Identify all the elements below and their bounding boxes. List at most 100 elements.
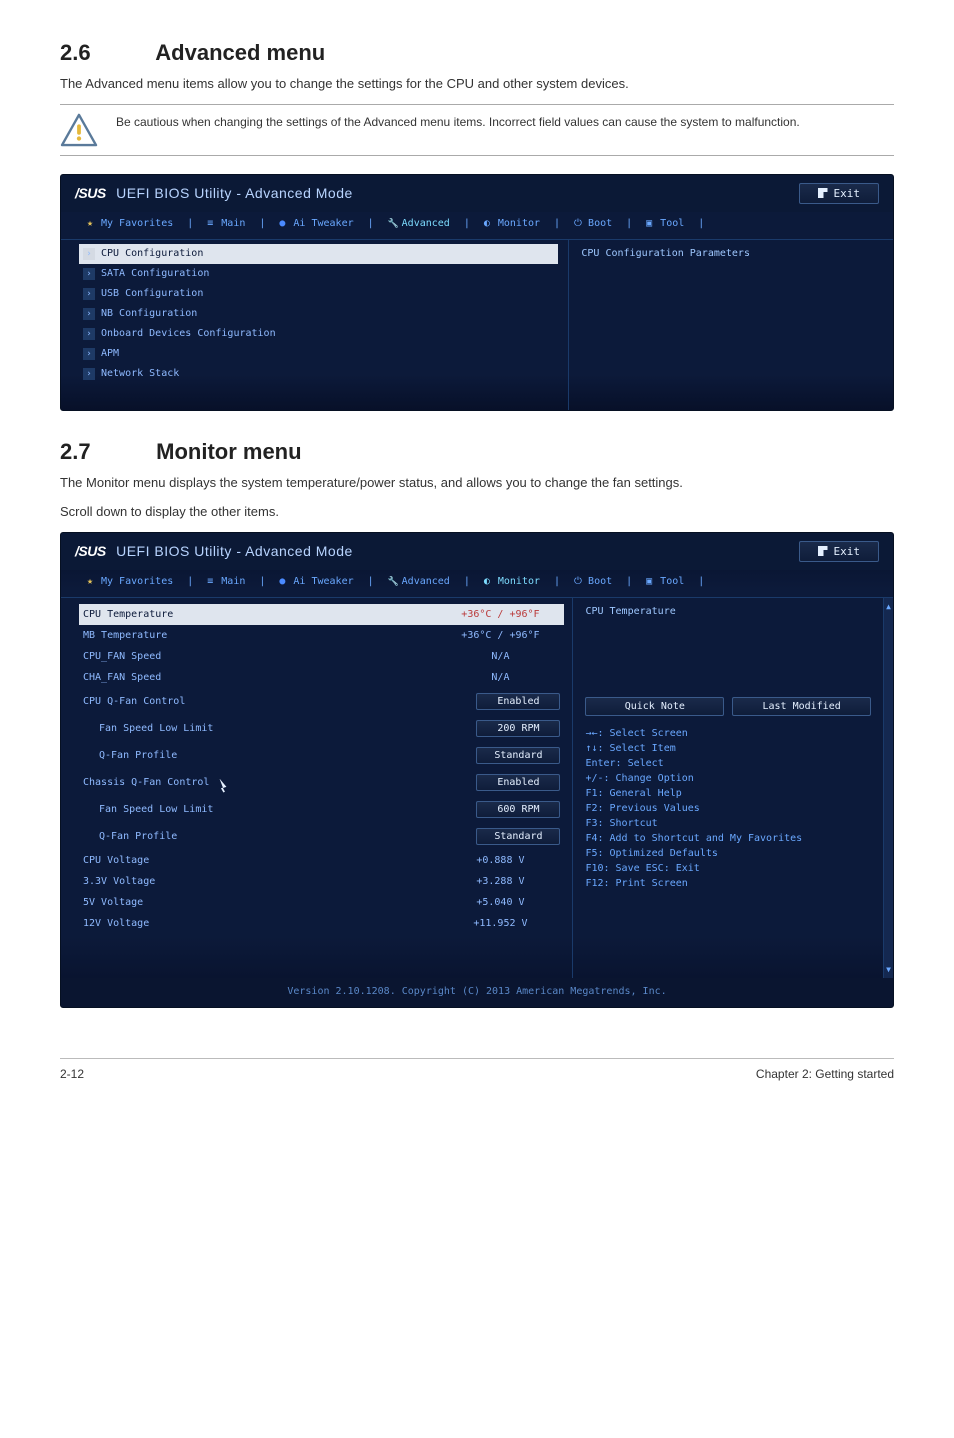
help-text: CPU Configuration Parameters [581, 248, 881, 259]
monitor-row[interactable]: 12V Voltage+11.952 V [79, 913, 564, 934]
help-line: F4: Add to Shortcut and My Favorites [585, 831, 871, 846]
monitor-value: +3.288 V [440, 876, 560, 887]
monitor-value-select[interactable]: Standard [476, 828, 560, 845]
scroll-down-icon[interactable]: ▼ [886, 965, 891, 974]
bios-window-monitor: /SUS UEFI BIOS Utility - Advanced Mode E… [60, 532, 894, 1008]
tab-my-favorites[interactable]: My Favorites [87, 576, 173, 587]
tab-my-favorites[interactable]: My Favorites [87, 218, 173, 229]
monitor-row[interactable]: 3.3V Voltage+3.288 V [79, 871, 564, 892]
right-help-heading: CPU Temperature [585, 606, 871, 617]
section-title: Monitor menu [156, 439, 301, 464]
tab-ai-tweaker[interactable]: Ai Tweaker [279, 218, 353, 229]
help-line: F5: Optimized Defaults [585, 846, 871, 861]
right-button-row: Quick Note Last Modified [585, 697, 871, 716]
bios-title-text: UEFI BIOS Utility - Advanced Mode [116, 543, 353, 559]
tool-icon [646, 218, 656, 228]
monitor-value: +11.952 V [440, 918, 560, 929]
exit-label: Exit [834, 545, 861, 558]
page-number: 2-12 [60, 1067, 84, 1081]
tab-boot[interactable]: Boot [574, 576, 612, 587]
tab-tool[interactable]: Tool [646, 576, 684, 587]
monitor-row[interactable]: CPU Voltage+0.888 V [79, 850, 564, 871]
tab-ai-tweaker[interactable]: Ai Tweaker [279, 576, 353, 587]
menu-item-cpu-config[interactable]: CPU Configuration [79, 244, 558, 264]
monitor-row-label: Chassis Q-Fan Control [83, 777, 209, 788]
submenu-arrow-icon [83, 308, 95, 320]
monitor-row[interactable]: CPU Temperature+36°C / +96°F [79, 604, 564, 625]
section-number: 2.7 [60, 439, 150, 465]
tab-tool[interactable]: Tool [646, 218, 684, 229]
tab-monitor[interactable]: Monitor [484, 576, 540, 587]
monitor-value-select[interactable]: Standard [476, 747, 560, 764]
monitor-row[interactable]: MB Temperature+36°C / +96°F [79, 625, 564, 646]
tab-monitor[interactable]: Monitor [484, 218, 540, 229]
scroll-hint: Scroll down to display the other items. [60, 502, 894, 522]
monitor-row[interactable]: Q-Fan Profile Standard [79, 823, 564, 850]
menu-item-nb-config[interactable]: NB Configuration [79, 304, 558, 324]
monitor-value-select[interactable]: 600 RPM [476, 801, 560, 818]
submenu-arrow-icon [83, 248, 95, 260]
section-heading-monitor: 2.7 Monitor menu [60, 439, 894, 465]
tool-icon [646, 576, 656, 586]
quick-note-button[interactable]: Quick Note [585, 697, 724, 716]
chip-icon [279, 576, 289, 586]
menu-item-sata-config[interactable]: SATA Configuration [79, 264, 558, 284]
tab-advanced[interactable]: Advanced [388, 576, 450, 587]
monitor-value-select[interactable]: 200 RPM [476, 720, 560, 737]
menu-item-apm[interactable]: APM [79, 344, 558, 364]
bios-title: /SUS UEFI BIOS Utility - Advanced Mode [75, 185, 353, 201]
bios-header: /SUS UEFI BIOS Utility - Advanced Mode E… [61, 533, 893, 570]
tab-main[interactable]: Main [207, 218, 245, 229]
asus-logo: /SUS [75, 543, 106, 559]
power-icon [574, 576, 584, 586]
tab-main[interactable]: Main [207, 576, 245, 587]
exit-button[interactable]: Exit [799, 541, 880, 562]
monitor-row[interactable]: Chassis Q-Fan Control Enabled [79, 769, 564, 796]
monitor-row[interactable]: Fan Speed Low Limit200 RPM [79, 715, 564, 742]
monitor-row[interactable]: Q-Fan Profile Standard [79, 742, 564, 769]
last-modified-button[interactable]: Last Modified [732, 697, 871, 716]
monitor-row-label: CPU Voltage [83, 855, 149, 866]
monitor-row-label: MB Temperature [83, 630, 167, 641]
monitor-value-select[interactable]: Enabled [476, 693, 560, 710]
bios-body-advanced: CPU Configuration SATA Configuration USB… [61, 240, 893, 410]
scroll-up-icon[interactable]: ▲ [886, 602, 891, 611]
monitor-row[interactable]: Fan Speed Low Limit600 RPM [79, 796, 564, 823]
help-line: F10: Save ESC: Exit [585, 861, 871, 876]
monitor-value-select[interactable]: Enabled [476, 774, 560, 791]
star-icon [87, 576, 97, 586]
chapter-label: Chapter 2: Getting started [756, 1067, 894, 1081]
power-icon [574, 218, 584, 228]
monitor-value: N/A [440, 651, 560, 662]
help-line: +/-: Change Option [585, 771, 871, 786]
bios-tabs: My Favorites | Main | Ai Tweaker | Advan… [61, 212, 893, 240]
bios-window-advanced: /SUS UEFI BIOS Utility - Advanced Mode E… [60, 174, 894, 411]
submenu-arrow-icon [83, 268, 95, 280]
help-line: →←: Select Screen [585, 726, 871, 741]
help-line: Enter: Select [585, 756, 871, 771]
monitor-icon [484, 218, 494, 228]
monitor-row[interactable]: CPU_FAN SpeedN/A [79, 646, 564, 667]
caution-text: Be cautious when changing the settings o… [116, 113, 800, 131]
menu-item-usb-config[interactable]: USB Configuration [79, 284, 558, 304]
monitor-row[interactable]: 5V Voltage+5.040 V [79, 892, 564, 913]
tab-advanced[interactable]: Advanced [388, 218, 450, 229]
help-line: F1: General Help [585, 786, 871, 801]
monitor-row-label: CPU Q-Fan Control [83, 696, 185, 707]
monitor-row-label: Q-Fan Profile [99, 831, 177, 842]
advanced-help-panel: CPU Configuration Parameters [568, 240, 893, 410]
menu-item-onboard-config[interactable]: Onboard Devices Configuration [79, 324, 558, 344]
section-heading-advanced: 2.6 Advanced menu [60, 40, 894, 66]
bios-tabs: My Favorites | Main | Ai Tweaker | Advan… [61, 570, 893, 598]
help-line: F12: Print Screen [585, 876, 871, 891]
monitor-list: CPU Temperature+36°C / +96°FMB Temperatu… [61, 598, 572, 978]
menu-item-network-stack[interactable]: Network Stack [79, 364, 558, 384]
monitor-row-label: Q-Fan Profile [99, 750, 177, 761]
scrollbar[interactable]: ▲ ▼ [883, 598, 893, 978]
tab-boot[interactable]: Boot [574, 218, 612, 229]
exit-button[interactable]: Exit [799, 183, 880, 204]
caution-box: Be cautious when changing the settings o… [60, 104, 894, 156]
monitor-row[interactable]: CPU Q-Fan Control Enabled [79, 688, 564, 715]
monitor-row[interactable]: CHA_FAN SpeedN/A [79, 667, 564, 688]
bios-header: /SUS UEFI BIOS Utility - Advanced Mode E… [61, 175, 893, 212]
